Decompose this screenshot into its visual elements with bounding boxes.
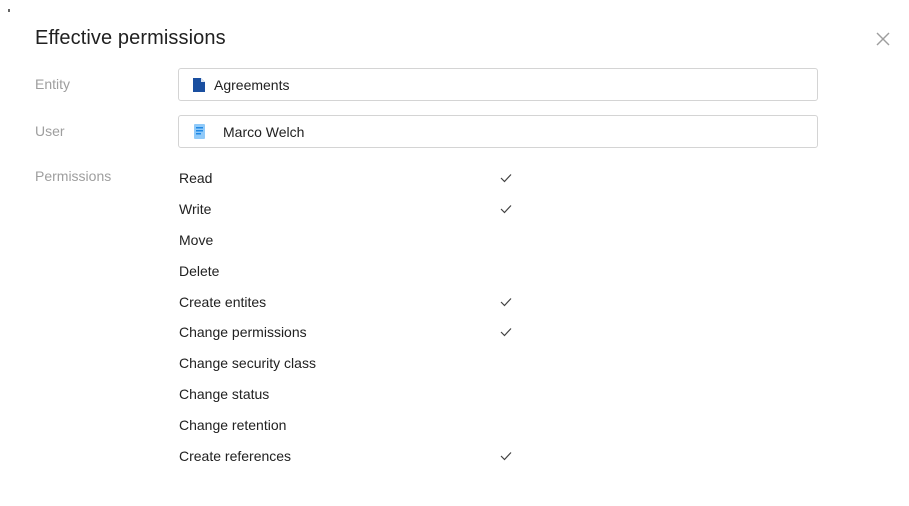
permission-name: Create references [179,447,292,464]
corner-dot [8,9,10,12]
user-card-icon [192,124,206,140]
close-icon[interactable] [872,28,894,50]
check-icon [500,194,512,225]
document-icon [192,77,206,93]
permission-row-change-permissions: Change permissions [179,317,579,348]
permission-row-move: Move [179,225,579,256]
permissions-label: Permissions [35,168,112,184]
permissions-list: Read Write Move Delete Create entites Ch… [179,163,579,471]
permission-name: Change status [179,385,270,402]
check-icon [500,163,512,194]
entity-field[interactable]: Agreements [178,68,818,101]
user-field[interactable]: Marco Welch [178,115,818,148]
entity-label: Entity [35,76,71,92]
entity-value: Agreements [214,76,290,93]
permission-row-create-references: Create references [179,440,579,471]
permission-name: Move [179,231,214,248]
permission-name: Create entites [179,293,267,310]
permission-row-write: Write [179,194,579,225]
permission-name: Write [179,201,212,218]
permission-name: Change permissions [179,324,307,341]
permission-row-change-security-class: Change security class [179,348,579,379]
check-icon [500,440,512,471]
dialog-title: Effective permissions [35,27,226,49]
user-label: User [35,123,65,139]
permission-name: Delete [179,262,220,279]
permission-row-create-entities: Create entites [179,286,579,317]
permission-row-delete: Delete [179,255,579,286]
permission-name: Read [179,170,213,187]
permission-name: Change retention [179,416,287,433]
permission-name: Change security class [179,355,316,372]
effective-permissions-dialog: Effective permissions Entity Agreements … [0,0,909,506]
check-icon [500,317,512,348]
permission-row-read: Read [179,163,579,194]
permission-row-change-retention: Change retention [179,409,579,440]
check-icon [500,286,512,317]
permission-row-change-status: Change status [179,379,579,410]
user-value: Marco Welch [223,123,305,140]
